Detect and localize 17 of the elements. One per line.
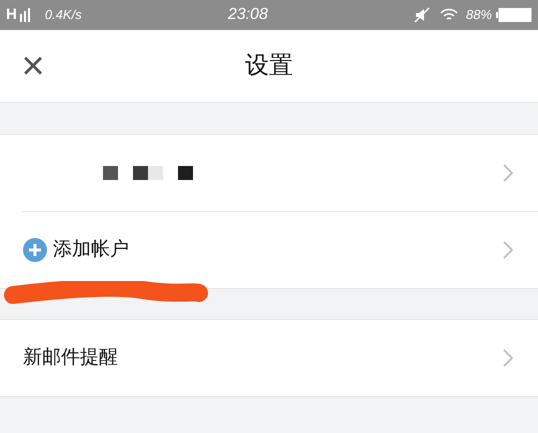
network-speed: 0.4K/s <box>44 6 82 24</box>
battery-icon <box>496 8 532 22</box>
plus-circle-icon <box>23 238 47 262</box>
battery-percent: 88% <box>466 6 492 24</box>
clock: 23:08 <box>228 5 268 25</box>
mute-icon <box>414 7 430 23</box>
close-button[interactable]: × <box>18 46 48 86</box>
page-title: 设置 <box>245 51 293 81</box>
row-label: 新邮件提醒 <box>23 346 118 368</box>
row-label: 添加帐户 <box>53 238 129 262</box>
network-type: H <box>6 4 17 25</box>
settings-row[interactable]: 新邮件提醒 <box>0 320 538 396</box>
chevron-right-icon <box>502 348 514 368</box>
signal-icon <box>18 8 33 22</box>
wifi-icon <box>440 8 458 22</box>
chevron-right-icon <box>502 163 514 183</box>
chevron-right-icon <box>502 240 514 260</box>
